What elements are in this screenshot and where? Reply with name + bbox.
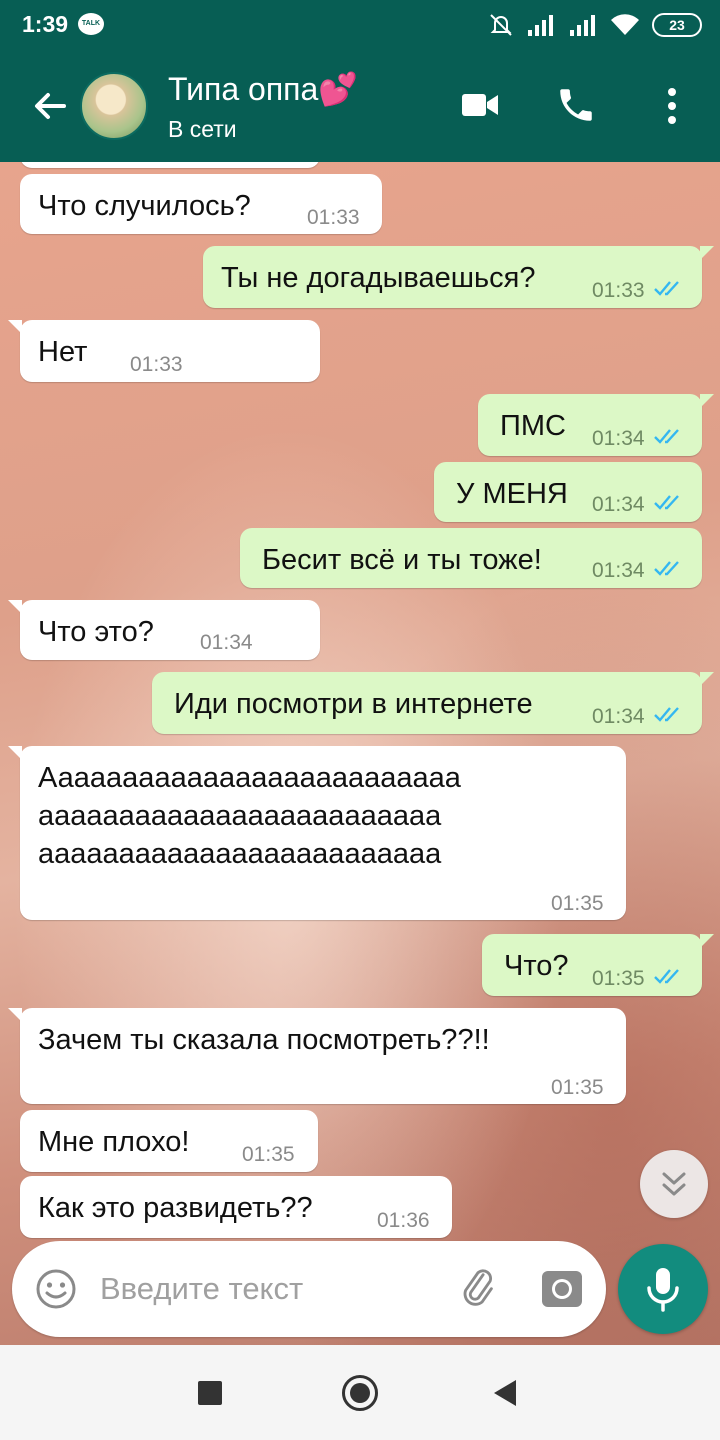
message-bubble[interactable]: Что? 01:35: [482, 934, 714, 996]
message-bubble[interactable]: Что это? 01:34: [8, 600, 320, 660]
message-text: Зачем ты сказала посмотреть??!!: [38, 1024, 490, 1056]
message-bubble[interactable]: Зачем ты сказала посмотреть??!! 01:35: [8, 1008, 626, 1104]
message-time: 01:33: [130, 353, 183, 376]
scroll-down-icon: [662, 1172, 686, 1196]
phone-icon[interactable]: [555, 84, 597, 126]
message-text: Иди посмотри в интернете: [174, 688, 533, 720]
mic-icon: [647, 1268, 679, 1312]
message-bubble[interactable]: Аааааааааааааааааааааааааа ааааааааааааа…: [8, 746, 626, 920]
mic-button[interactable]: [618, 1244, 708, 1334]
message-input-bar: Введите текст: [12, 1241, 606, 1337]
bubble-tail: [8, 600, 22, 614]
attach-icon[interactable]: [458, 1265, 504, 1311]
message-text: Аааааааааааааааааааааааааа ааааааааааааа…: [38, 762, 461, 870]
scroll-down-button[interactable]: [640, 1150, 708, 1218]
battery-indicator: 23: [652, 13, 702, 37]
bubble-tail: [8, 1008, 22, 1022]
message-text: Мне плохо!: [38, 1126, 190, 1158]
status-icons: 23: [488, 12, 702, 38]
back-arrow-icon[interactable]: [28, 84, 72, 128]
message-bubble[interactable]: Что случилось? 01:33: [20, 174, 382, 234]
message-time: 01:34: [200, 631, 253, 654]
message-time: 01:34: [592, 427, 645, 450]
bubble-tail: [700, 246, 714, 260]
bubble-tail: [700, 934, 714, 948]
message-time: 01:34: [592, 705, 645, 728]
message-text: Что это?: [38, 616, 154, 648]
bubble-tail: [700, 672, 714, 686]
message-text: Бесит всё и ты тоже!: [262, 544, 542, 576]
message-input[interactable]: Введите текст: [100, 1267, 430, 1311]
read-ticks-icon: [654, 969, 679, 984]
message-time: 01:34: [592, 559, 645, 582]
message-text: ПМС: [500, 410, 566, 442]
status-bar: 1:39 TALK 23: [0, 0, 720, 50]
message-time: 01:34: [592, 493, 645, 516]
message-time: 01:36: [377, 1209, 430, 1232]
chat-area[interactable]: Что случилось? 01:33 Ты не догадываешься…: [0, 162, 720, 1345]
message-time: 01:35: [242, 1143, 295, 1166]
message-bubble[interactable]: Иди посмотри в интернете 01:34: [152, 672, 714, 734]
mute-icon: [490, 14, 512, 36]
contact-status: В сети: [168, 116, 237, 142]
message-text: Что случилось?: [38, 190, 251, 222]
signal-icon: [528, 15, 553, 36]
read-ticks-icon: [654, 281, 679, 296]
message-text: Нет: [38, 336, 88, 368]
home-icon[interactable]: [342, 1375, 378, 1411]
message-text: Ты не догадываешься?: [221, 262, 536, 294]
camera-icon[interactable]: [540, 1265, 584, 1311]
wifi-icon: [611, 14, 639, 36]
read-ticks-icon: [654, 429, 679, 444]
message-text: Что?: [504, 950, 569, 982]
video-call-icon[interactable]: [460, 88, 500, 122]
signal-icon-2: [570, 15, 595, 36]
kakaotalk-notification-icon: TALK: [78, 13, 104, 35]
message-bubble[interactable]: Ты не догадываешься? 01:33: [203, 246, 714, 308]
emoji-icon[interactable]: [34, 1267, 78, 1311]
message-time: 01:35: [551, 892, 604, 915]
read-ticks-icon: [654, 707, 679, 722]
system-nav-bar: [0, 1345, 720, 1440]
message-time: 01:35: [592, 967, 645, 990]
read-ticks-icon: [654, 561, 679, 576]
message-text: Как это развидеть??: [38, 1192, 313, 1224]
bubble-tail: [700, 394, 714, 408]
message-bubble[interactable]: Нет 01:33: [8, 320, 320, 382]
more-vert-icon[interactable]: [660, 84, 684, 128]
back-triangle-icon[interactable]: [494, 1380, 516, 1406]
chat-header: Типа оппа💕 В сети: [0, 50, 720, 162]
message-time: 01:33: [592, 279, 645, 302]
message-bubble[interactable]: Мне плохо! 01:35: [20, 1110, 318, 1172]
recents-icon[interactable]: [198, 1381, 222, 1405]
message-bubble[interactable]: У МЕНЯ 01:34: [434, 462, 702, 522]
message-time: 01:35: [551, 1076, 604, 1099]
message-bubble[interactable]: ПМС 01:34: [478, 394, 714, 456]
avatar[interactable]: [80, 72, 148, 140]
message-time: 01:33: [307, 206, 360, 229]
bubble-tail: [8, 320, 22, 334]
message-bubble[interactable]: Как это развидеть?? 01:36: [20, 1176, 452, 1238]
message-bubble[interactable]: Бесит всё и ты тоже! 01:34: [240, 528, 702, 588]
message-bubble-cut: [20, 162, 320, 168]
message-text: У МЕНЯ: [456, 478, 568, 510]
bubble-tail: [8, 746, 22, 760]
contact-name[interactable]: Типа оппа💕: [168, 70, 358, 108]
read-ticks-icon: [654, 495, 679, 510]
status-time: 1:39: [22, 11, 69, 37]
